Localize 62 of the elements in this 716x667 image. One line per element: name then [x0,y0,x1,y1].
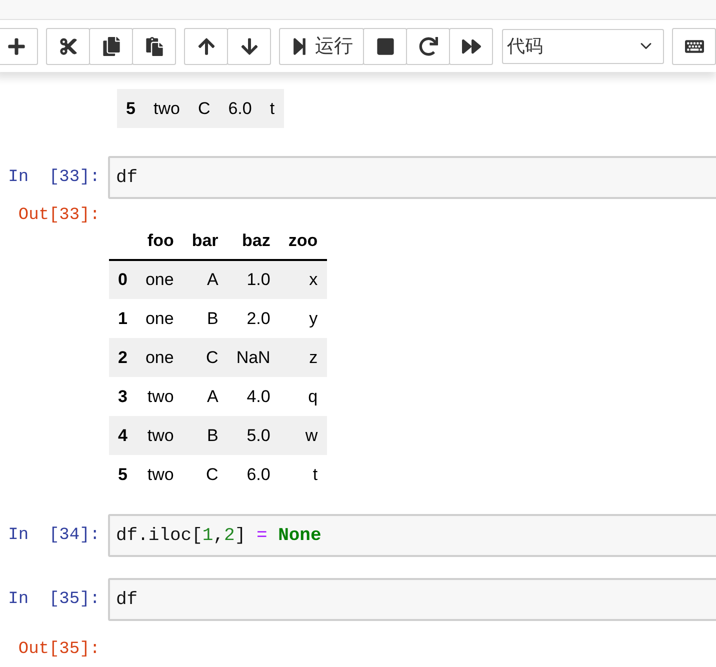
copy-icon [102,36,120,56]
row-index: 1 [109,299,136,338]
arrow-down-button[interactable] [227,28,271,64]
restart-button[interactable] [406,28,450,64]
table-cell: two [136,377,183,416]
code-cell[interactable]: df [108,156,716,199]
row-index: 3 [109,377,136,416]
table-cell: NaN [227,338,280,377]
output-prompt: Out[33]: [17,205,101,227]
code-text: df [116,590,138,610]
arrow-up-button[interactable] [184,28,228,64]
plus-icon [6,36,26,56]
run-button[interactable]: 运行 [279,28,364,64]
table-cell: q [279,377,327,416]
table-cell: z [279,338,327,377]
scissors-button[interactable] [46,28,90,64]
code-text: df.iloc[1,2] = None [116,526,322,546]
scissors-icon [58,36,78,56]
table-cell: 6.0 [219,89,261,128]
cell-type-select[interactable]: 代码 [502,28,664,64]
row-index: 5 [117,89,144,128]
fast-forward-button[interactable] [449,28,493,64]
input-prompt: In [33]: [7,167,101,189]
table-cell: 2.0 [227,299,280,338]
stop-button[interactable] [363,28,407,64]
table-cell: 4.0 [227,377,280,416]
keyboard-button[interactable] [672,28,716,64]
stop-icon [376,36,394,56]
code-cell[interactable]: df.iloc[1,2] = None [108,514,716,557]
output-prompt: Out[35]: [17,639,101,661]
table-cell: B [182,416,228,455]
copy-button[interactable] [89,28,133,64]
code-cell[interactable]: df [108,578,716,621]
table-cell: w [279,416,327,455]
plus-button[interactable] [0,28,38,64]
input-prompt: In [35]: [7,589,101,611]
table-cell: two [136,416,183,455]
paste-button[interactable] [132,28,176,64]
paste-icon [144,36,164,56]
table-cell: A [182,377,228,416]
table-cell: B [182,299,228,338]
table-cell: y [279,299,327,338]
row-index: 2 [109,338,136,377]
table-cell: A [182,260,228,299]
input-prompt: In [34]: [7,525,101,547]
table-cell: one [136,338,183,377]
table-cell: t [260,89,284,128]
table-cell: 1.0 [227,260,280,299]
table-cell: C [188,89,220,128]
row-index: 4 [109,416,136,455]
arrow-up-icon [196,36,216,56]
table-cell: two [144,89,189,128]
restart-icon [418,36,438,56]
table-cell: one [136,299,183,338]
table-cell: 5.0 [227,416,280,455]
table-cell: C [182,338,228,377]
row-index: 0 [109,260,136,299]
table-cell: x [279,260,327,299]
table-cell: one [136,260,183,299]
fast-forward-icon [462,36,480,56]
code-text: df [116,168,138,188]
arrow-down-icon [240,36,258,56]
